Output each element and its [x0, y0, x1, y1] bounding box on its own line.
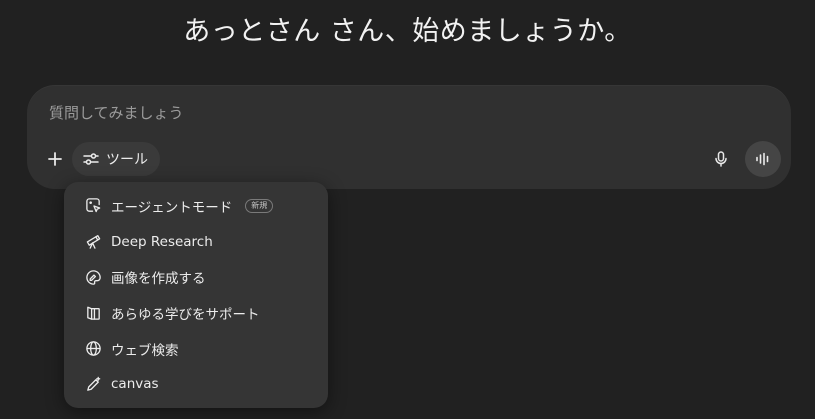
menu-item-study[interactable]: あらゆる学びをサポート: [70, 295, 322, 331]
pen-sparkle-icon: [84, 375, 102, 393]
menu-item-canvas[interactable]: canvas: [70, 366, 322, 402]
waveform-icon: [754, 150, 772, 168]
agent-cursor-icon: [84, 197, 102, 215]
menu-item-label: ウェブ検索: [111, 342, 179, 359]
menu-item-web-search[interactable]: ウェブ検索: [70, 331, 322, 367]
greeting-title: あっとさん さん、始めましょうか。: [183, 16, 632, 47]
menu-item-deep-research[interactable]: Deep Research: [70, 224, 322, 260]
menu-item-agent-mode[interactable]: エージェントモード 新規: [70, 188, 322, 224]
telescope-icon: [84, 233, 102, 251]
prompt-input[interactable]: [47, 101, 771, 125]
new-badge: 新規: [245, 198, 274, 213]
plus-icon: [46, 150, 64, 168]
add-attachment-button[interactable]: [41, 145, 69, 173]
tools-menu: エージェントモード 新規 Deep Research 画像を作成する あらゆる学…: [64, 182, 328, 408]
sliders-icon: [82, 150, 100, 168]
voice-mode-button[interactable]: [745, 141, 781, 177]
palette-icon: [84, 268, 102, 286]
menu-item-label: あらゆる学びをサポート: [111, 306, 260, 323]
menu-item-label: 画像を作成する: [111, 271, 206, 288]
tools-label: ツール: [106, 152, 148, 168]
dictate-button[interactable]: [707, 145, 735, 173]
menu-item-label: エージェントモード: [111, 199, 233, 216]
menu-item-label: canvas: [111, 376, 159, 393]
menu-item-create-image[interactable]: 画像を作成する: [70, 259, 322, 295]
globe-icon: [84, 340, 102, 358]
book-icon: [84, 304, 102, 322]
tools-button[interactable]: ツール: [72, 142, 160, 176]
menu-item-label: Deep Research: [111, 233, 213, 250]
microphone-icon: [712, 150, 730, 168]
app-page: あっとさん さん、始めましょうか。 ツール: [0, 0, 815, 419]
composer: ツール: [27, 85, 791, 189]
